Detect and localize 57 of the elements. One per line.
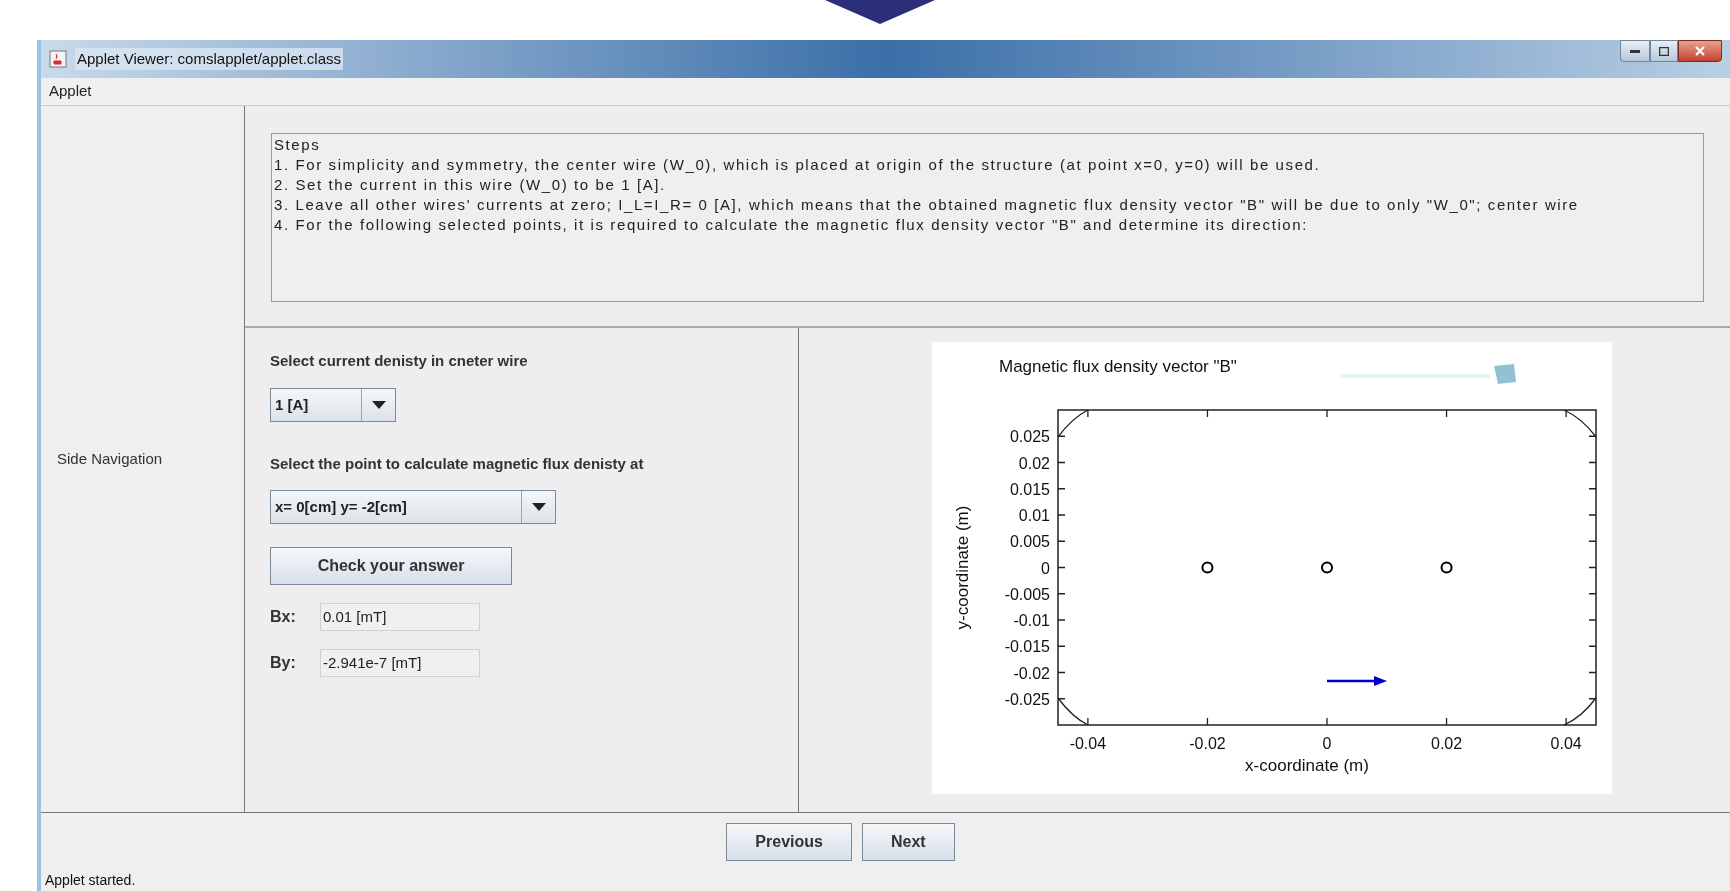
y-tick-label: -0.015 <box>1004 638 1050 656</box>
caret-icon <box>531 503 546 511</box>
x-tick-label: 0.04 <box>1550 735 1582 752</box>
step-text: 1. For simplicity and symmetry, the center wire (W_0), which is placed at origin of the structure (at point x=0, y=0) will be used. <box>274 155 1322 175</box>
minimize-button[interactable] <box>1620 40 1650 62</box>
result-label: By: <box>270 653 297 673</box>
step-text: 3. Leave all other wires' currents at zero; I_L=I_R= 0 [A], which means that the obtained magnetic flux density vector "B" will be due to only "W_0"; center wire <box>274 195 1580 215</box>
status-text: Applet started. <box>45 871 136 890</box>
field-line <box>1563 697 1597 726</box>
result-label: Bx: <box>270 607 297 627</box>
wire-marker <box>1201 561 1214 574</box>
caret-icon <box>371 400 386 409</box>
close-icon <box>1695 46 1705 56</box>
logo-icon <box>1340 364 1516 384</box>
y-tick-label: -0.01 <box>1013 612 1050 629</box>
y-tick-label: 0.02 <box>1018 454 1050 472</box>
java-cup-icon <box>49 50 67 68</box>
nav-button[interactable]: Next <box>861 822 955 861</box>
x-tick-label: 0 <box>1322 735 1332 752</box>
field-line <box>1563 409 1597 438</box>
field-line <box>1057 409 1089 438</box>
current-label: Select current denisty in cneter wire <box>270 351 529 371</box>
y-tick-label: 0.005 <box>1009 533 1050 551</box>
window-title: Applet Viewer: comslapplet/applet.class <box>75 47 344 71</box>
y-tick-label: 0.01 <box>1018 507 1050 524</box>
x-tick-label: -0.04 <box>1069 735 1107 752</box>
field-line <box>1057 697 1089 726</box>
side-navigation-label: Side Navigation <box>57 448 163 469</box>
result-field: 0.01 [mT] <box>320 603 480 631</box>
y-tick-label: 0.015 <box>1009 480 1050 498</box>
x-tick-label: -0.02 <box>1189 735 1226 752</box>
x-axis-label: x-coordinate (m) <box>1245 756 1369 775</box>
close-button[interactable] <box>1678 40 1722 62</box>
nav-button[interactable]: Previous <box>726 822 852 861</box>
chart-title: Magnetic flux density vector "B" <box>999 357 1237 376</box>
y-tick-label: -0.02 <box>1013 664 1050 682</box>
x-tick-label: 0.02 <box>1431 735 1463 752</box>
maximize-button[interactable] <box>1650 40 1678 62</box>
result-field: -2.941e-7 [mT] <box>320 649 480 677</box>
current-dropdown[interactable]: 1 [A] <box>270 387 396 422</box>
y-tick-label: 0 <box>1041 559 1050 577</box>
y-tick-label: 0.025 <box>1009 428 1050 446</box>
y-tick-label: -0.025 <box>1004 690 1050 708</box>
wire-marker <box>1321 561 1333 574</box>
point-dropdown[interactable]: x= 0[cm] y= -2[cm] <box>270 490 556 524</box>
menu-item[interactable]: Applet <box>49 80 92 103</box>
minimize-icon <box>1630 49 1640 53</box>
step-text: 4. For the following selected points, it is required to calculate the magnetic flux density vector "B" and determine its direction: <box>274 215 1309 235</box>
maximize-icon <box>1659 46 1669 56</box>
check-answer-button[interactable]: Check your answer <box>270 547 512 585</box>
wire-marker <box>1440 561 1453 574</box>
point-label: Select the point to calculate magnetic flux denisty at <box>270 453 645 474</box>
step-text: 2. Set the current in this wire (W_0) to be 1 [A]. <box>274 175 667 195</box>
vector-arrow <box>1327 676 1387 686</box>
steps-title: Steps <box>274 135 322 155</box>
y-axis-label: y-coordinate (m) <box>953 505 972 630</box>
y-tick-label: -0.005 <box>1004 585 1050 603</box>
